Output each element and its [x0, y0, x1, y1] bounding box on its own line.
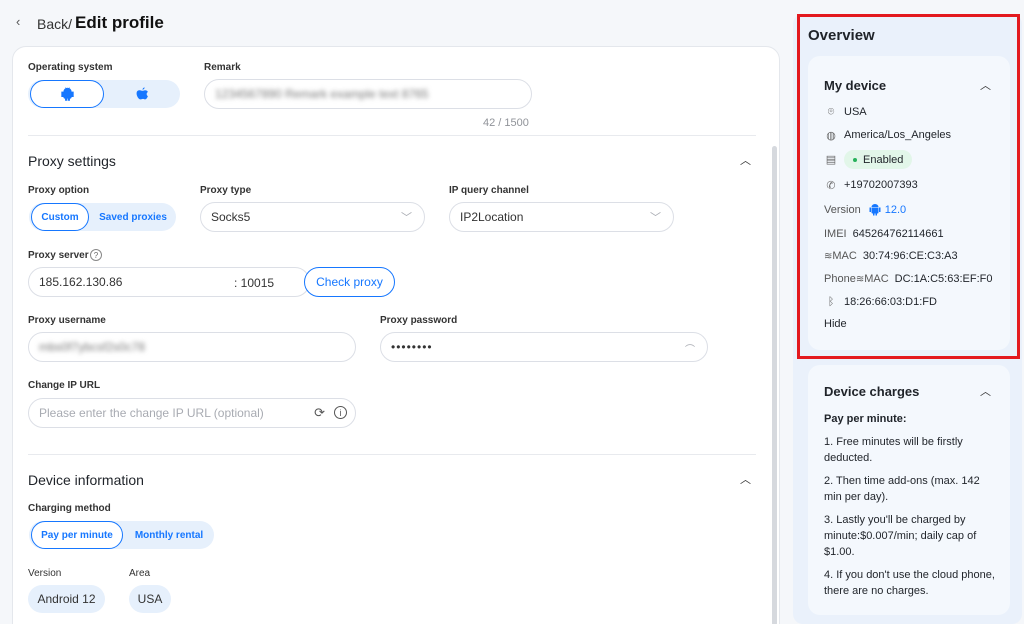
charges-item: 2. Then time add-ons (max. 142 min per d… — [824, 475, 980, 503]
eye-closed-icon[interactable]: ⌒ — [685, 341, 695, 356]
charges-item: 1. Free minutes will be firstly deducted… — [824, 436, 963, 464]
divider — [28, 454, 756, 455]
apple-icon — [136, 87, 148, 100]
remark-label: Remark — [204, 62, 241, 73]
charges-item: 3. Lastly you'll be charged by minute:$0… — [824, 514, 977, 558]
device-info-title: Device information — [28, 472, 144, 488]
ip-channel-label: IP query channel — [449, 185, 529, 196]
charging-monthly-option[interactable]: Monthly rental — [125, 521, 213, 549]
highlight-box — [797, 14, 1020, 359]
charging-method-label: Charging method — [28, 503, 111, 514]
proxy-username-value: mbs0f7ybcsf2s0c78 — [39, 340, 146, 354]
refresh-icon[interactable]: ⟳ — [314, 405, 325, 421]
ip-channel-value: IP2Location — [460, 210, 524, 224]
chevron-up-icon[interactable]: ︿ — [740, 152, 751, 168]
charges-heading: Pay per minute: — [824, 413, 907, 425]
proxy-server-label: Proxy server — [28, 250, 89, 261]
scrollbar[interactable] — [772, 146, 777, 624]
proxy-option-custom[interactable]: Custom — [31, 203, 89, 231]
proxy-type-select[interactable]: Socks5 ﹀ — [200, 202, 425, 232]
area-tag: USA — [129, 585, 171, 613]
back-link[interactable]: Back/ — [37, 16, 72, 32]
os-label: Operating system — [28, 62, 113, 73]
proxy-server-input[interactable]: 185.162.130.86 : 10015 — [28, 267, 310, 297]
proxy-option-toggle: Custom Saved proxies — [29, 203, 176, 231]
charges-item: 4. If you don't use the cloud phone, the… — [824, 569, 995, 597]
remark-counter: 42 / 1500 — [483, 117, 529, 129]
ip-channel-select[interactable]: IP2Location ﹀ — [449, 202, 674, 232]
divider — [28, 135, 756, 136]
area-label: Area — [129, 568, 151, 579]
proxy-username-input[interactable]: mbs0f7ybcsf2s0c78 — [28, 332, 356, 362]
remark-input[interactable]: 1234567890 Remark example text 8765 — [204, 79, 532, 109]
chevron-up-icon[interactable]: ︿ — [740, 471, 751, 487]
version-label: Version — [28, 568, 62, 579]
charges-text: Pay per minute: 1. Free minutes will be … — [824, 411, 999, 599]
page-title: Edit profile — [75, 13, 164, 32]
proxy-type-value: Socks5 — [211, 210, 251, 224]
version-tag: Android 12 — [28, 585, 105, 613]
proxy-password-value: •••••••• — [391, 340, 433, 354]
os-android-option[interactable] — [30, 80, 104, 108]
change-ip-placeholder: Please enter the change IP URL (optional… — [39, 406, 264, 420]
proxy-password-input[interactable]: •••••••• ⌒ — [380, 332, 708, 362]
back-arrow-icon[interactable]: ‹ — [16, 15, 28, 29]
proxy-password-label: Proxy password — [380, 315, 458, 326]
chevron-down-icon: ﹀ — [401, 212, 412, 224]
remark-value: 1234567890 Remark example text 8765 — [215, 87, 429, 101]
proxy-option-saved[interactable]: Saved proxies — [91, 203, 175, 231]
charging-method-toggle: Pay per minute Monthly rental — [29, 521, 214, 549]
proxy-username-label: Proxy username — [28, 315, 106, 326]
change-ip-input[interactable]: Please enter the change IP URL (optional… — [28, 398, 356, 428]
check-proxy-button[interactable]: Check proxy — [304, 267, 395, 297]
help-icon[interactable]: ? — [90, 249, 102, 261]
charging-per-minute-option[interactable]: Pay per minute — [31, 521, 123, 549]
os-ios-option[interactable] — [106, 80, 178, 108]
android-icon — [60, 87, 74, 101]
info-icon[interactable]: i — [334, 406, 347, 419]
proxy-server-ip: 185.162.130.86 — [39, 275, 123, 289]
proxy-type-label: Proxy type — [200, 185, 252, 196]
device-charges-title: Device charges — [824, 384, 920, 399]
chevron-down-icon: ﹀ — [650, 212, 661, 224]
chevron-up-icon[interactable]: ︿ — [980, 383, 991, 399]
change-ip-label: Change IP URL — [28, 380, 101, 391]
os-toggle — [28, 80, 180, 108]
proxy-settings-title: Proxy settings — [28, 153, 116, 169]
proxy-option-label: Proxy option — [28, 185, 90, 196]
proxy-server-port[interactable]: : 10015 — [234, 276, 274, 290]
